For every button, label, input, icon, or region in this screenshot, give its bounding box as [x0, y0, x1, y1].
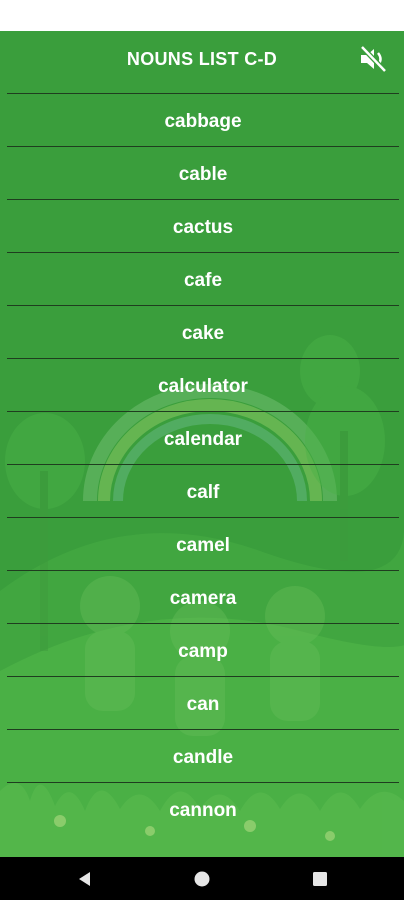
word-label: calendar	[163, 429, 243, 450]
list-item[interactable]: cable	[7, 146, 399, 199]
list-item[interactable]: camp	[7, 623, 399, 676]
list-item[interactable]: camel	[7, 517, 399, 570]
word-label: cable	[178, 164, 228, 185]
word-label: camp	[178, 641, 228, 662]
word-label: camel	[176, 535, 230, 556]
list-item[interactable]: cannon	[7, 782, 399, 835]
word-label: cactus	[172, 217, 234, 238]
app-header: NOUNS LIST C-D	[0, 31, 404, 91]
list-item[interactable]: cactus	[7, 199, 399, 252]
list-item[interactable]: cake	[7, 305, 399, 358]
system-nav-bar	[0, 857, 404, 900]
list-item[interactable]: cabbage	[7, 93, 399, 146]
word-label: cake	[181, 323, 225, 344]
word-label: calculator	[158, 376, 248, 397]
volume-muted-icon[interactable]	[357, 43, 389, 75]
word-list: cabbage cable cactus cafe cake calculator cale…	[7, 93, 399, 835]
word-label: cafe	[183, 270, 223, 291]
list-item[interactable]: calculator	[7, 358, 399, 411]
app-screen: NOUNS LIST C-D cabbage cable cactus cafe cak…	[0, 31, 404, 857]
word-label: cabbage	[164, 111, 242, 132]
word-label: candle	[172, 747, 234, 768]
page-title: NOUNS LIST C-D	[126, 49, 278, 69]
list-item[interactable]: calf	[7, 464, 399, 517]
list-item[interactable]: can	[7, 676, 399, 729]
word-label: cannon	[169, 800, 237, 821]
word-label: calf	[186, 482, 220, 503]
home-circle-icon[interactable]	[193, 870, 211, 893]
back-triangle-icon[interactable]	[76, 870, 94, 893]
recents-square-icon[interactable]	[311, 870, 329, 893]
list-item[interactable]: camera	[7, 570, 399, 623]
list-item[interactable]: candle	[7, 729, 399, 782]
list-item[interactable]: cafe	[7, 252, 399, 305]
word-label: can	[186, 694, 220, 715]
list-item[interactable]: calendar	[7, 411, 399, 464]
status-bar	[0, 0, 404, 31]
word-label: camera	[169, 588, 237, 609]
